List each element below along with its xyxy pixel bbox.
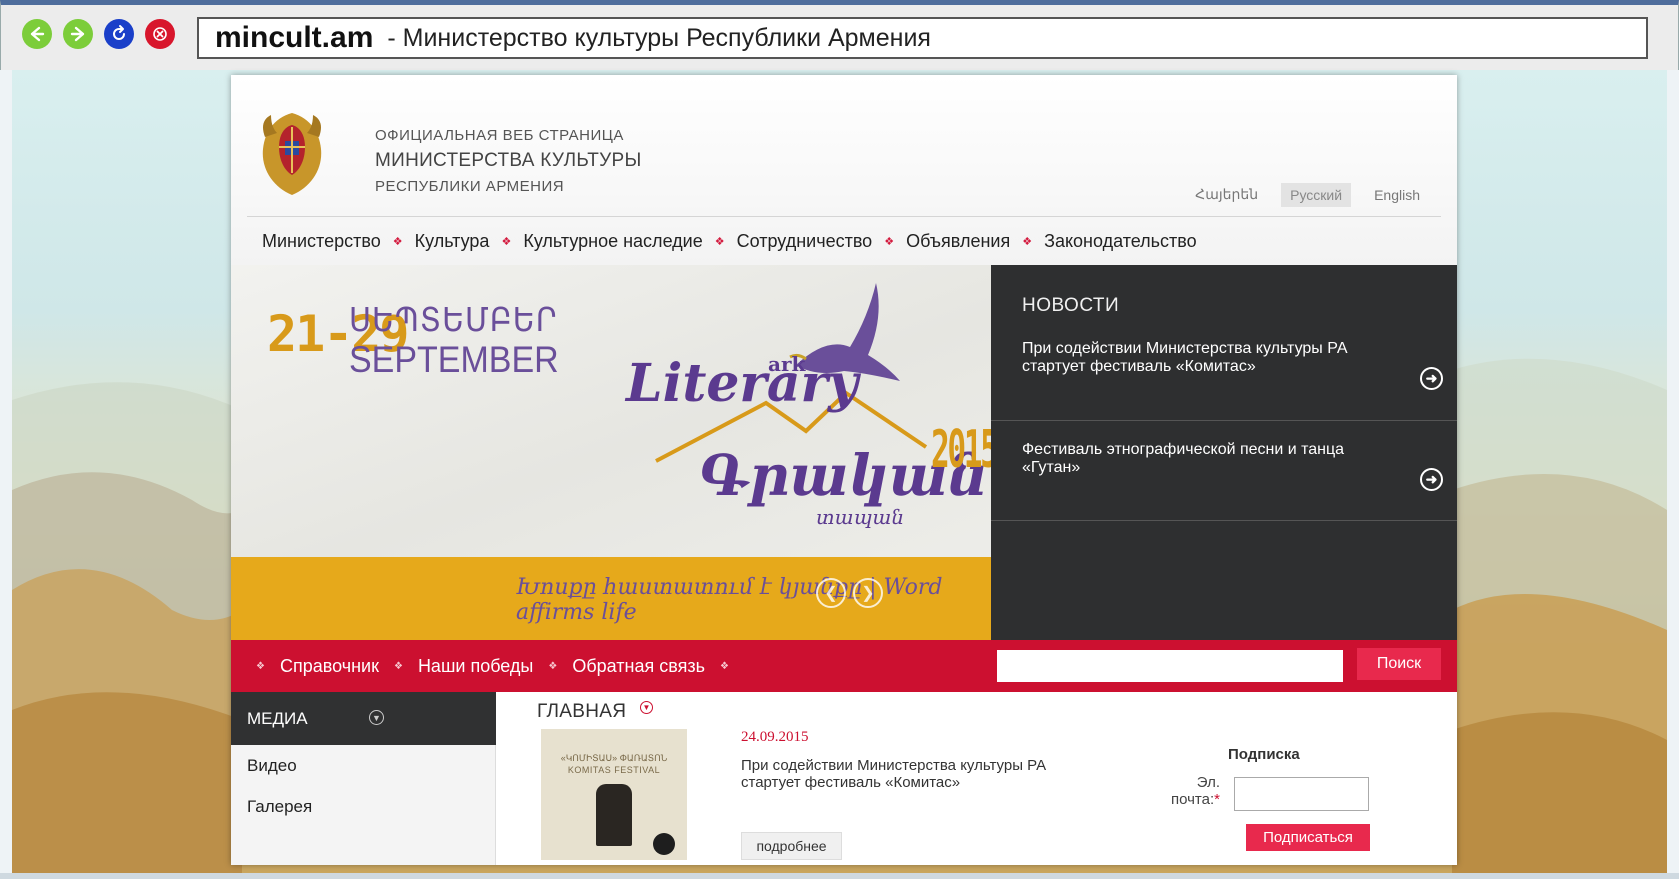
menu-item-culture[interactable]: Культура: [415, 231, 490, 252]
chevron-right-icon: ❯: [861, 585, 875, 602]
link-our-victories[interactable]: Наши победы: [418, 656, 533, 677]
nav-bullet-icon: ❖: [548, 660, 558, 672]
slider-next-button[interactable]: ❯: [853, 578, 883, 608]
lang-english[interactable]: English: [1365, 183, 1429, 207]
official-line-1: ОФИЦИАЛЬНАЯ ВЕБ СТРАНИЦА: [375, 127, 624, 144]
chevron-down-icon[interactable]: ▼: [640, 701, 653, 714]
address-domain: mincult.am: [215, 21, 374, 54]
more-button[interactable]: подробнее: [741, 832, 842, 860]
news-thumbnail[interactable]: «ԿՈՄԻՏԱՍ» ՓԱՌԱՏՈՆ KOMITAS FESTIVAL: [541, 729, 687, 860]
subscription-title: Подписка: [1228, 746, 1300, 763]
news-empty-area: [991, 520, 1457, 640]
forward-button[interactable]: [63, 19, 93, 49]
back-button[interactable]: [22, 19, 52, 49]
news-panel: НОВОСТИ При содействии Министерства куль…: [991, 265, 1457, 640]
menu-separator-icon: ❖: [392, 236, 403, 248]
menu-separator-icon: ❖: [714, 236, 725, 248]
required-mark: *: [1214, 790, 1220, 808]
search-input[interactable]: [997, 650, 1343, 682]
banner-month-english: SEPTEMBER: [349, 339, 559, 381]
nav-bullet-icon: ❖: [256, 660, 265, 672]
reload-icon: [113, 25, 125, 40]
news-item[interactable]: Фестиваль этнографической песни и танца …: [991, 420, 1457, 520]
banner-literary: Literary: [626, 353, 859, 414]
email-label: Эл. почта:*: [1154, 774, 1220, 808]
menu-separator-icon: ❖: [884, 236, 895, 248]
news-item[interactable]: При содействии Министерства культуры РА …: [991, 320, 1457, 420]
official-title: ОФИЦИАЛЬНАЯ ВЕБ СТРАНИЦА МИНИСТЕРСТВА КУ…: [375, 127, 642, 196]
nav-bullet-icon: ❖: [393, 660, 403, 672]
thumbnail-badge: [653, 833, 675, 855]
link-directory[interactable]: Справочник: [280, 656, 379, 677]
news-title: НОВОСТИ: [1022, 295, 1120, 316]
banner-ark: ark: [768, 352, 806, 376]
site-header: ОФИЦИАЛЬНАЯ ВЕБ СТРАНИЦА МИНИСТЕРСТВА КУ…: [231, 75, 1457, 265]
coat-of-arms-logo[interactable]: [257, 107, 327, 199]
media-link-video[interactable]: Видео: [231, 745, 495, 786]
arrow-circle-right-icon[interactable]: ➜: [1420, 367, 1443, 390]
banner-slider[interactable]: 21-29 ՍԵՊՏԵՄԲԵՐ SEPTEMBER Literary ark Գ…: [231, 265, 991, 640]
banner-armenian-subtitle: տապան: [816, 505, 905, 529]
reload-button[interactable]: [104, 19, 134, 49]
secondary-nav-links: ❖ Справочник ❖ Наши победы ❖ Обратная св…: [241, 656, 744, 677]
close-icon: [153, 27, 167, 41]
arrow-right-icon: [70, 26, 85, 42]
lang-russian[interactable]: Русский: [1281, 182, 1352, 207]
menu-separator-icon: ❖: [501, 236, 512, 248]
official-line-2: МИНИСТЕРСТВА КУЛЬТУРЫ: [375, 150, 642, 171]
menu-item-heritage[interactable]: Культурное наследие: [523, 231, 702, 252]
news-date: 24.09.2015: [741, 729, 809, 745]
menu-item-cooperation[interactable]: Сотрудничество: [737, 231, 873, 252]
header-divider: [247, 216, 1441, 217]
subscribe-button[interactable]: Подписаться: [1246, 824, 1370, 851]
banner-month-armenian: ՍԵՊՏԵՄԲԵՐ: [349, 302, 558, 339]
lang-armenian[interactable]: Հայերեն: [1186, 182, 1267, 207]
language-switcher: Հայերեն Русский English: [1186, 182, 1429, 207]
chevron-down-icon[interactable]: ▼: [369, 710, 384, 725]
search-button[interactable]: Поиск: [1357, 648, 1441, 680]
main-section-title: ГЛАВНАЯ: [537, 701, 627, 722]
email-label-text: Эл. почта:: [1170, 774, 1220, 808]
chevron-left-icon: ❮: [824, 585, 838, 602]
banner-year: 2015: [931, 420, 991, 480]
window-bottom-border: [0, 873, 1679, 879]
browser-chrome: mincult.am - Министерство культуры Респу…: [0, 0, 1679, 70]
main-menu: Министерство ❖ Культура ❖ Культурное нас…: [262, 231, 1197, 252]
stop-button[interactable]: [145, 19, 175, 49]
menu-item-ministry[interactable]: Министерство: [262, 231, 381, 252]
portrait-figure: [596, 784, 632, 846]
news-item-text[interactable]: Фестиваль этнографической песни и танца …: [1022, 441, 1392, 478]
menu-item-legislation[interactable]: Законодательство: [1044, 231, 1197, 252]
arrow-circle-right-icon[interactable]: ➜: [1420, 468, 1443, 491]
page-title: - Министерство культуры Республики Армен…: [387, 23, 931, 52]
secondary-nav-bar: ❖ Справочник ❖ Наши победы ❖ Обратная св…: [231, 640, 1457, 692]
media-link-gallery[interactable]: Галерея: [231, 786, 495, 827]
media-sidebar: МЕДИА ▼ Видео Галерея: [231, 692, 496, 865]
menu-item-announcements[interactable]: Объявления: [906, 231, 1010, 252]
official-line-3: РЕСПУБЛИКИ АРМЕНИЯ: [375, 177, 565, 195]
nav-bullet-icon: ❖: [719, 660, 729, 672]
menu-separator-icon: ❖: [1022, 236, 1033, 248]
media-title: МЕДИА: [247, 708, 308, 728]
thumbnail-armenian-caption: «ԿՈՄԻՏԱՍ» ՓԱՌԱՏՈՆ: [560, 753, 668, 763]
media-header[interactable]: МЕДИА ▼: [231, 692, 496, 745]
address-bar[interactable]: mincult.am - Министерство культуры Респу…: [197, 17, 1648, 59]
website-page: ОФИЦИАЛЬНАЯ ВЕБ СТРАНИЦА МИНИСТЕРСТВА КУ…: [231, 75, 1457, 865]
news-item-text[interactable]: При содействии Министерства культуры РА …: [1022, 340, 1392, 377]
link-feedback[interactable]: Обратная связь: [572, 656, 705, 677]
slider-prev-button[interactable]: ❮: [816, 578, 846, 608]
arrow-left-icon: [30, 26, 45, 42]
banner-motto: Խոսքը հաստատում է կյանքը | Word affirms …: [516, 575, 943, 625]
thumbnail-english-caption: KOMITAS FESTIVAL: [567, 765, 661, 775]
email-field[interactable]: [1234, 777, 1369, 811]
news-headline[interactable]: При содействии Министерства культуры РА …: [741, 757, 1081, 792]
